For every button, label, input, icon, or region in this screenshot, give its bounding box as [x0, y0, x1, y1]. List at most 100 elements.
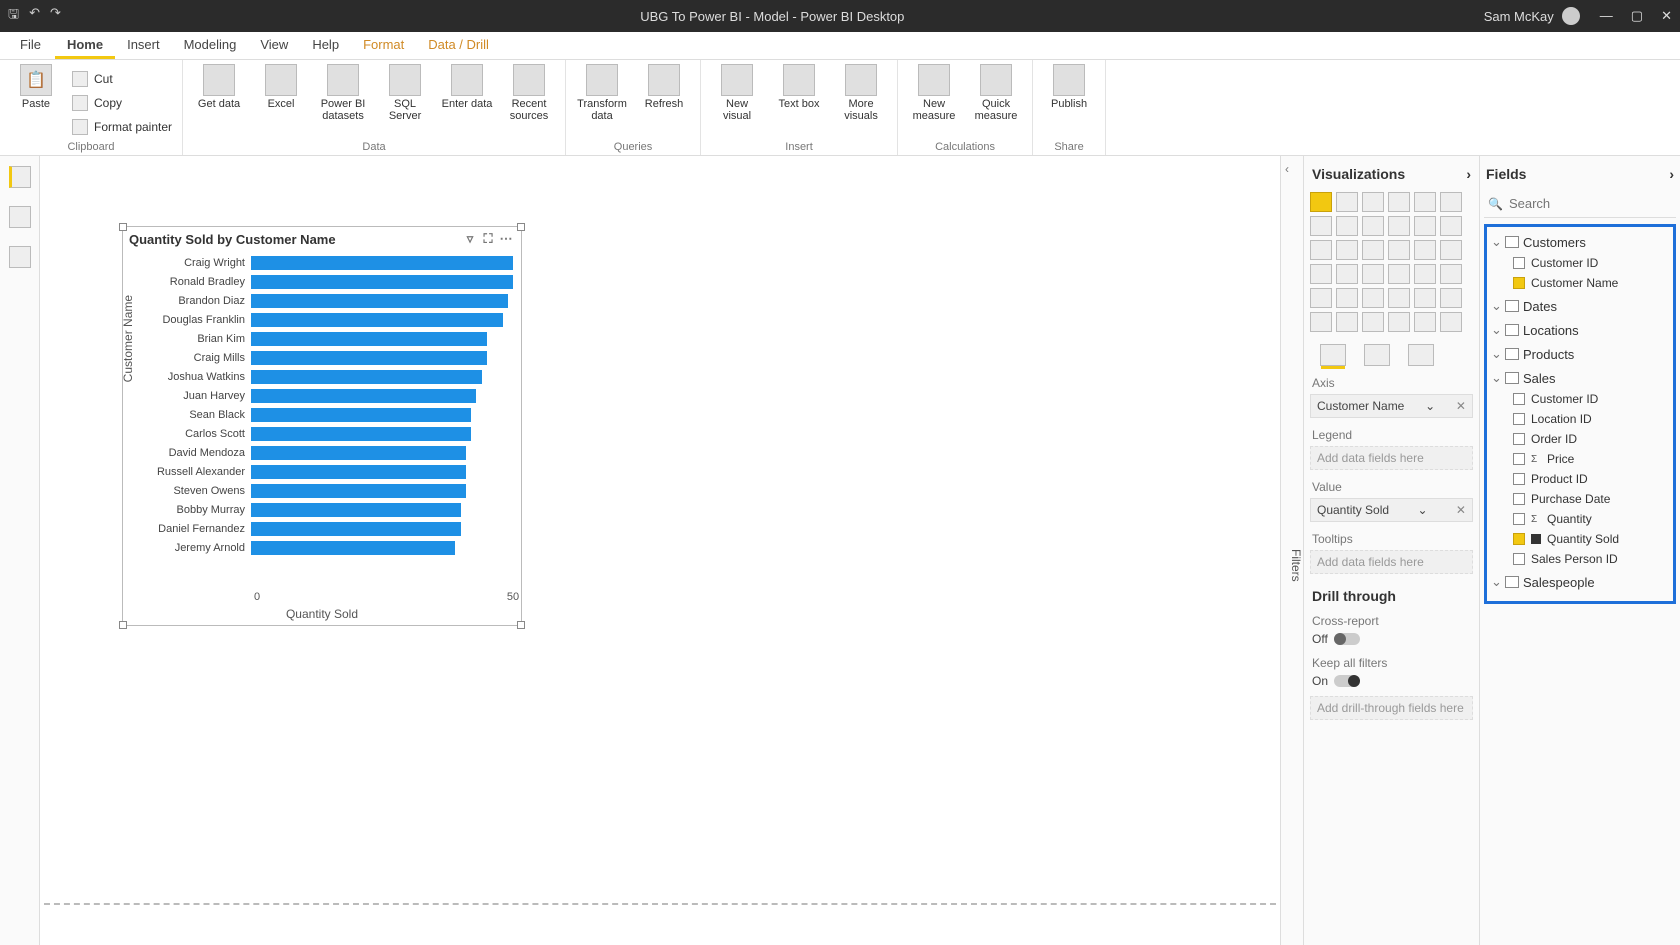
tab-insert[interactable]: Insert [115, 32, 172, 59]
cut-button[interactable]: Cut [72, 68, 172, 90]
data-view-icon[interactable] [9, 206, 31, 228]
recent-sources-button[interactable]: Recent sources [503, 64, 555, 122]
sql-server-button[interactable]: SQL Server [379, 64, 431, 122]
bar[interactable] [251, 313, 503, 327]
checkbox-icon[interactable] [1513, 393, 1525, 405]
bar[interactable] [251, 408, 471, 422]
text-box-button[interactable]: Text box [773, 64, 825, 110]
checkbox-icon[interactable] [1513, 473, 1525, 485]
viz-type-icon[interactable] [1310, 240, 1332, 260]
viz-type-icon[interactable] [1388, 216, 1410, 236]
chevron-left-icon[interactable]: ‹ [1285, 162, 1289, 176]
redo-icon[interactable]: ↷ [50, 5, 61, 27]
paste-button[interactable]: 📋Paste [10, 64, 62, 110]
transform-data-button[interactable]: Transform data [576, 64, 628, 122]
viz-type-icon[interactable] [1310, 312, 1332, 332]
viz-type-icon[interactable] [1440, 192, 1462, 212]
viz-type-icon[interactable] [1362, 216, 1384, 236]
table-salespeople[interactable]: ⌄Salespeople [1489, 571, 1671, 593]
viz-type-icon[interactable] [1414, 192, 1436, 212]
bar[interactable] [251, 484, 466, 498]
axis-well[interactable]: Customer Name ⌄ ✕ [1310, 394, 1473, 418]
viz-type-icon[interactable] [1310, 264, 1332, 284]
restore-icon[interactable]: ▢ [1631, 8, 1643, 24]
enter-data-button[interactable]: Enter data [441, 64, 493, 110]
viz-type-icon[interactable] [1388, 192, 1410, 212]
bar[interactable] [251, 522, 461, 536]
tab-file[interactable]: File [6, 32, 55, 59]
chevron-down-icon[interactable]: ⌄ [1417, 503, 1427, 517]
viz-type-icon[interactable] [1336, 264, 1358, 284]
viz-type-icon[interactable] [1440, 264, 1462, 284]
copy-button[interactable]: Copy [72, 92, 172, 114]
remove-field-icon[interactable]: ✕ [1456, 399, 1466, 413]
field-order-id[interactable]: Order ID [1489, 429, 1671, 449]
resize-handle[interactable] [517, 223, 525, 231]
bar[interactable] [251, 256, 513, 270]
table-locations[interactable]: ⌄Locations [1489, 319, 1671, 341]
format-tab-icon[interactable] [1364, 344, 1390, 366]
bar[interactable] [251, 351, 487, 365]
get-data-button[interactable]: Get data [193, 64, 245, 110]
field-sales-customer-id[interactable]: Customer ID [1489, 389, 1671, 409]
cross-report-toggle[interactable]: Off [1312, 632, 1471, 646]
viz-type-icon[interactable] [1388, 288, 1410, 308]
viz-type-icon[interactable] [1362, 240, 1384, 260]
table-sales[interactable]: ⌄Sales [1489, 367, 1671, 389]
analytics-tab-icon[interactable] [1408, 344, 1434, 366]
field-product-id[interactable]: Product ID [1489, 469, 1671, 489]
field-location-id[interactable]: Location ID [1489, 409, 1671, 429]
checkbox-icon[interactable] [1513, 277, 1525, 289]
format-painter-button[interactable]: Format painter [72, 116, 172, 138]
remove-field-icon[interactable]: ✕ [1456, 503, 1466, 517]
field-quantity[interactable]: ΣQuantity [1489, 509, 1671, 529]
field-customer-id[interactable]: Customer ID [1489, 253, 1671, 273]
fields-tab-icon[interactable] [1320, 344, 1346, 366]
field-price[interactable]: ΣPrice [1489, 449, 1671, 469]
table-dates[interactable]: ⌄Dates [1489, 295, 1671, 317]
save-icon[interactable]: 🖫 [8, 5, 19, 27]
bar[interactable] [251, 294, 508, 308]
bar[interactable] [251, 541, 455, 555]
resize-handle[interactable] [517, 621, 525, 629]
viz-type-icon[interactable] [1310, 288, 1332, 308]
table-products[interactable]: ⌄Products [1489, 343, 1671, 365]
tab-home[interactable]: Home [55, 32, 115, 59]
excel-button[interactable]: Excel [255, 64, 307, 110]
bar[interactable] [251, 275, 513, 289]
focus-mode-icon[interactable]: ⛶ [479, 231, 497, 247]
tab-data-drill[interactable]: Data / Drill [416, 32, 501, 59]
viz-type-icon[interactable] [1362, 264, 1384, 284]
search-input[interactable] [1509, 196, 1680, 211]
more-visuals-button[interactable]: More visuals [835, 64, 887, 122]
bar[interactable] [251, 427, 471, 441]
checkbox-icon[interactable] [1513, 513, 1525, 525]
viz-type-icon[interactable] [1440, 312, 1462, 332]
minimize-icon[interactable]: — [1600, 8, 1613, 24]
field-customer-name[interactable]: Customer Name [1489, 273, 1671, 293]
bar[interactable] [251, 389, 476, 403]
viz-type-icon[interactable] [1362, 288, 1384, 308]
fields-search[interactable]: 🔍 [1484, 192, 1676, 218]
viz-type-icon[interactable] [1388, 264, 1410, 284]
viz-type-icon[interactable] [1336, 240, 1358, 260]
viz-type-icon[interactable] [1310, 192, 1332, 212]
viz-type-icon[interactable] [1440, 288, 1462, 308]
tab-view[interactable]: View [248, 32, 300, 59]
chevron-down-icon[interactable]: ⌄ [1425, 399, 1435, 413]
viz-type-icon[interactable] [1336, 312, 1358, 332]
filter-icon[interactable]: ▿ [461, 231, 479, 247]
resize-handle[interactable] [119, 223, 127, 231]
quick-measure-button[interactable]: Quick measure [970, 64, 1022, 122]
viz-type-icon[interactable] [1362, 312, 1384, 332]
field-purchase-date[interactable]: Purchase Date [1489, 489, 1671, 509]
legend-well[interactable]: Add data fields here [1310, 446, 1473, 470]
publish-button[interactable]: Publish [1043, 64, 1095, 110]
viz-type-icon[interactable] [1336, 216, 1358, 236]
checkbox-icon[interactable] [1513, 493, 1525, 505]
viz-type-icon[interactable] [1310, 216, 1332, 236]
checkbox-icon[interactable] [1513, 433, 1525, 445]
viz-type-icon[interactable] [1440, 240, 1462, 260]
keep-filters-toggle[interactable]: On [1312, 674, 1471, 688]
field-sales-person-id[interactable]: Sales Person ID [1489, 549, 1671, 569]
